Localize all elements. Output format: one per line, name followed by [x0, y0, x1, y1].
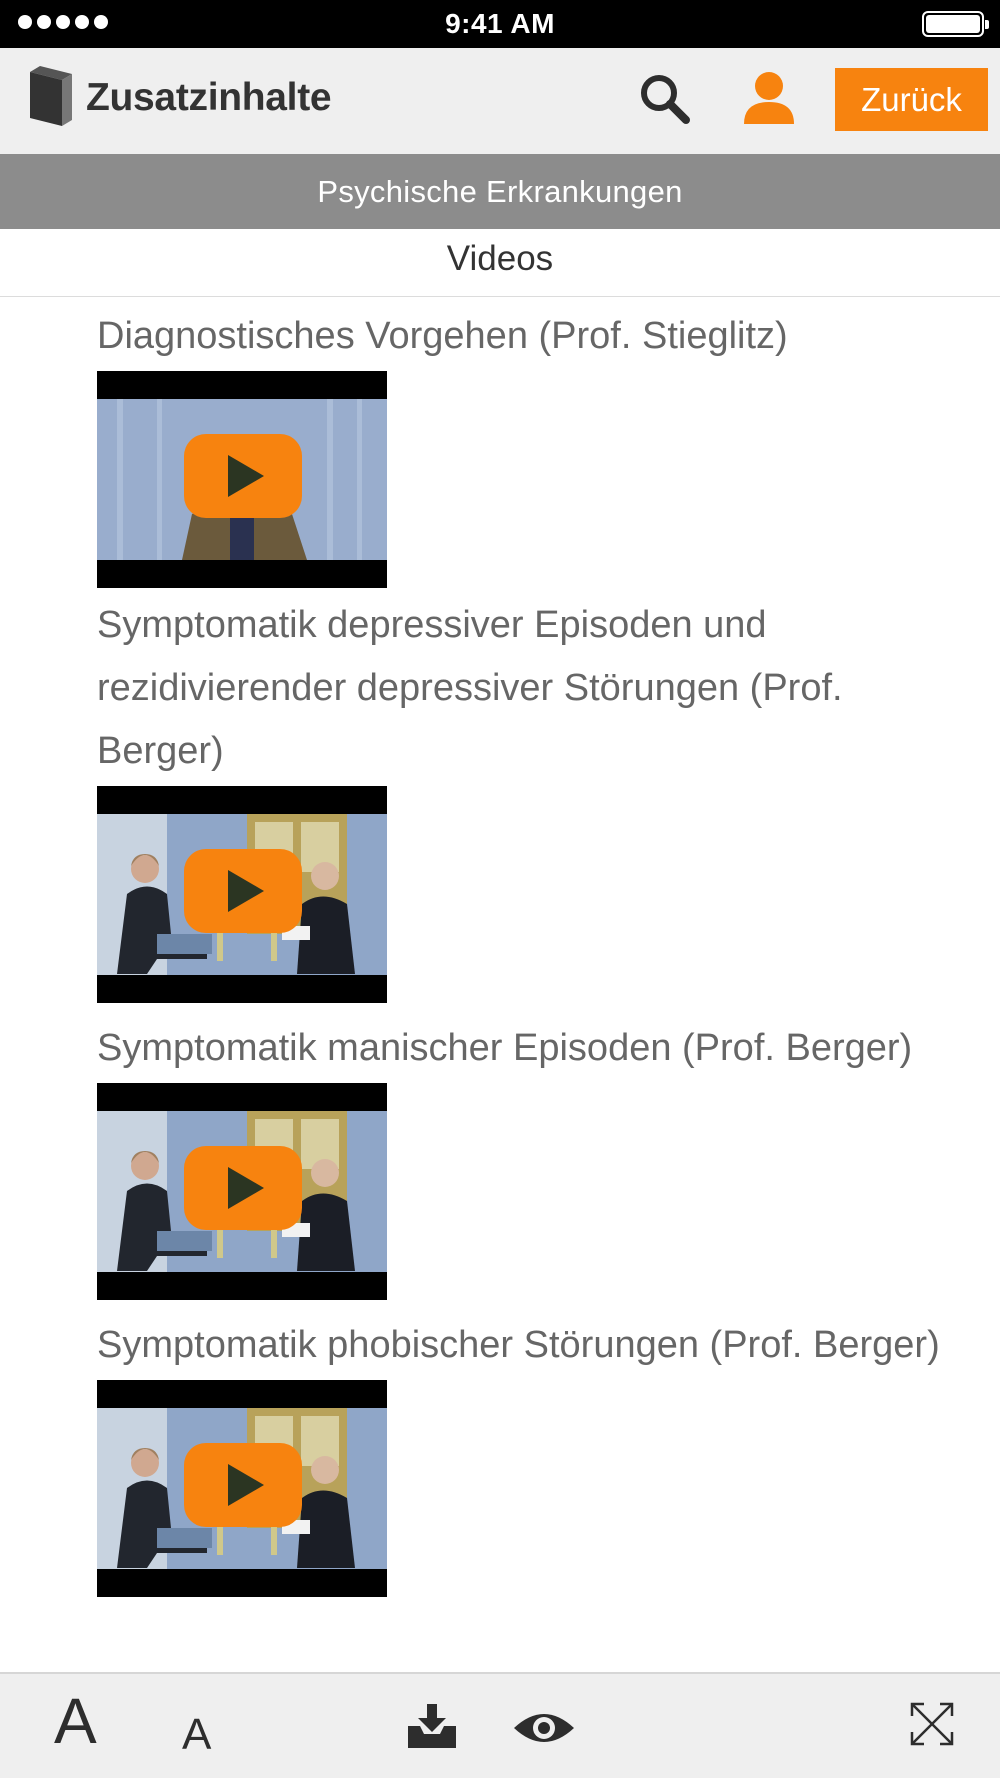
- video-title: Symptomatik depressiver Episoden und rez…: [97, 604, 843, 772]
- video-item: Symptomatik manischer Episoden (Prof. Be…: [97, 1017, 957, 1300]
- play-button[interactable]: [184, 434, 302, 518]
- user-icon[interactable]: [740, 68, 798, 128]
- download-tray-icon[interactable]: [404, 1702, 460, 1752]
- video-title: Symptomatik phobischer Störungen (Prof. …: [97, 1324, 940, 1366]
- fullscreen-icon[interactable]: [908, 1700, 956, 1748]
- search-icon[interactable]: [636, 70, 694, 128]
- video-item: Symptomatik depressiver Episoden und rez…: [97, 594, 957, 1003]
- category-title: Psychische Erkrankungen: [0, 154, 1000, 229]
- bottom-toolbar: A A: [0, 1672, 1000, 1778]
- video-title: Symptomatik manischer Episoden (Prof. Be…: [97, 1027, 913, 1069]
- video-thumbnail[interactable]: [97, 1083, 387, 1300]
- font-increase-button[interactable]: A: [54, 1684, 97, 1758]
- video-thumbnail[interactable]: [97, 1380, 387, 1597]
- video-item: Diagnostisches Vorgehen (Prof. Stieglitz…: [97, 305, 957, 588]
- font-decrease-button[interactable]: A: [182, 1710, 211, 1760]
- eye-icon[interactable]: [512, 1708, 576, 1748]
- status-time: 9:41 AM: [445, 8, 555, 39]
- book-icon: [30, 66, 72, 126]
- app-header: Zusatzinhalte Zurück: [0, 48, 1000, 154]
- video-list: Diagnostisches Vorgehen (Prof. Stieglitz…: [0, 297, 1000, 1672]
- video-thumbnail[interactable]: [97, 371, 387, 588]
- play-button[interactable]: [184, 849, 302, 933]
- battery-icon: [922, 11, 989, 37]
- play-button[interactable]: [184, 1443, 302, 1527]
- status-bar: 9:41 AM: [0, 0, 1000, 48]
- back-button[interactable]: Zurück: [835, 68, 988, 131]
- video-thumbnail[interactable]: [97, 786, 387, 1003]
- section-title: Videos: [0, 229, 1000, 297]
- video-title: Diagnostisches Vorgehen (Prof. Stieglitz…: [97, 315, 788, 357]
- app-title: Zusatzinhalte: [86, 76, 332, 119]
- video-item: Symptomatik phobischer Störungen (Prof. …: [97, 1314, 957, 1597]
- play-button[interactable]: [184, 1146, 302, 1230]
